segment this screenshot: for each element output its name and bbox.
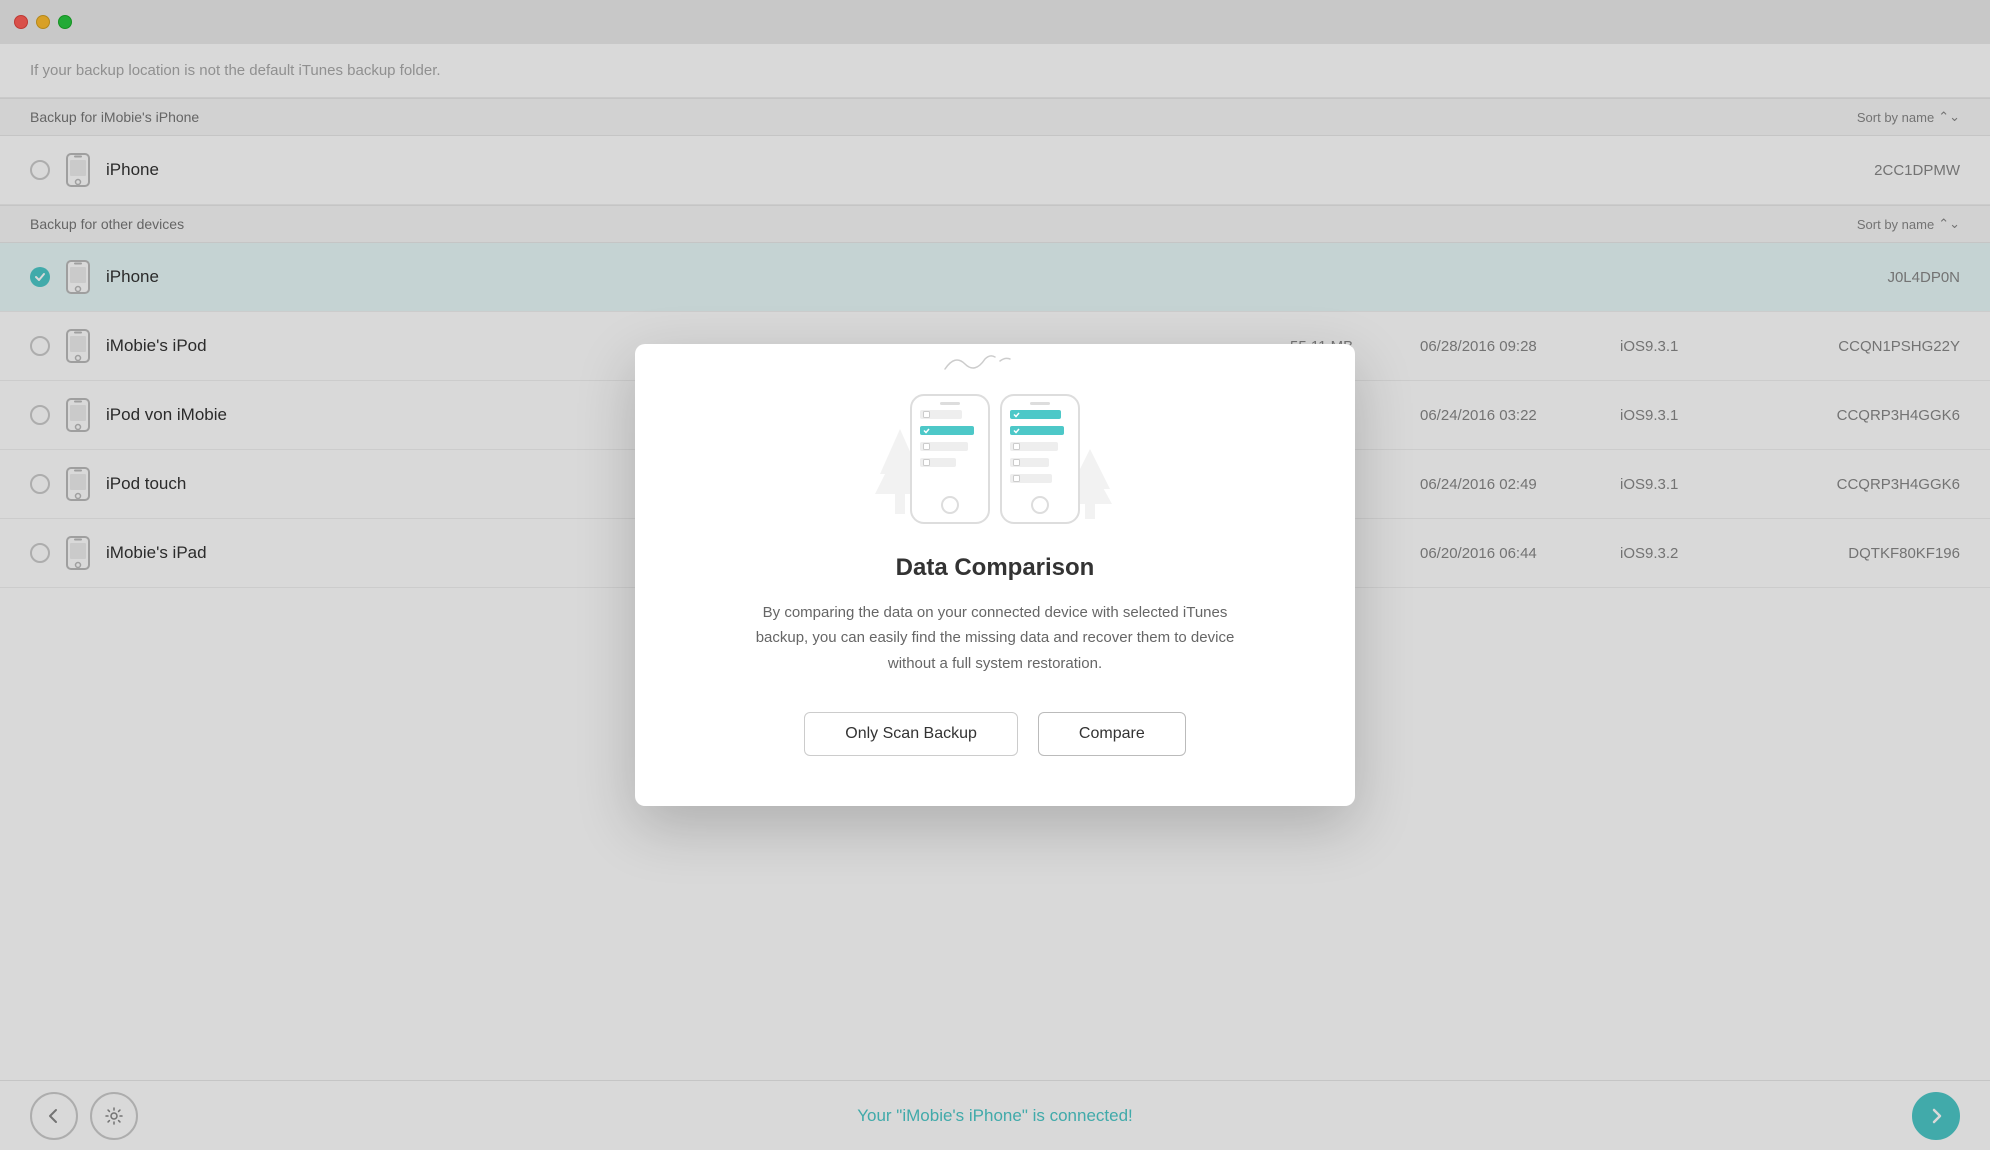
only-scan-backup-button[interactable]: Only Scan Backup — [804, 712, 1018, 756]
data-comparison-modal: Data Comparison By comparing the data on… — [635, 344, 1355, 807]
modal-overlay: Data Comparison By comparing the data on… — [0, 0, 1990, 1150]
modal-illustration — [910, 394, 1080, 524]
modal-description: By comparing the data on your connected … — [735, 600, 1255, 677]
modal-title: Data Comparison — [896, 554, 1095, 582]
compare-button[interactable]: Compare — [1038, 712, 1186, 756]
modal-buttons: Only Scan Backup Compare — [804, 712, 1185, 756]
